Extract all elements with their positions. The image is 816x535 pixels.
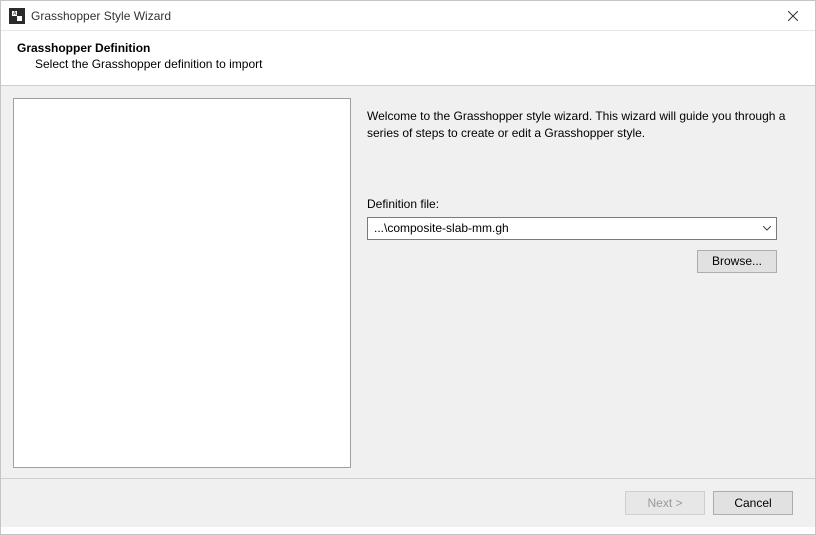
definition-file-combo[interactable]: ...\composite-slab-mm.gh — [367, 217, 777, 240]
definition-file-value: ...\composite-slab-mm.gh — [374, 221, 758, 235]
window-title: Grasshopper Style Wizard — [31, 9, 770, 23]
cancel-button[interactable]: Cancel — [713, 491, 793, 515]
chevron-down-icon — [758, 218, 776, 239]
browse-button[interactable]: Browse... — [697, 250, 777, 273]
close-button[interactable] — [770, 1, 815, 31]
next-button[interactable]: Next > — [625, 491, 705, 515]
page-title: Grasshopper Definition — [17, 41, 799, 55]
titlebar: A Grasshopper Style Wizard — [1, 1, 815, 31]
definition-file-label: Definition file: — [367, 197, 791, 211]
wizard-body: Welcome to the Grasshopper style wizard.… — [1, 85, 815, 478]
app-icon: A — [9, 8, 25, 24]
wizard-header: Grasshopper Definition Select the Grassh… — [1, 31, 815, 85]
welcome-text: Welcome to the Grasshopper style wizard.… — [367, 108, 787, 143]
page-subtitle: Select the Grasshopper definition to imp… — [17, 57, 799, 71]
wizard-footer: Next > Cancel — [1, 478, 815, 527]
content-pane: Welcome to the Grasshopper style wizard.… — [363, 98, 803, 478]
preview-pane — [13, 98, 351, 468]
